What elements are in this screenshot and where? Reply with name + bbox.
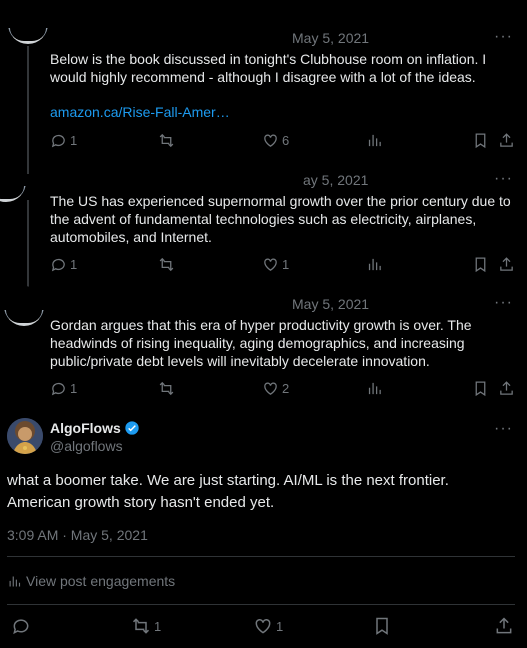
post-actions: 1 1	[50, 256, 515, 274]
analytics-icon	[368, 382, 381, 395]
share-button[interactable]	[498, 256, 515, 273]
focused-post: AlgoFlows @algoflows ··· what a boomer t…	[0, 412, 527, 648]
avatar[interactable]	[7, 418, 43, 454]
share-icon	[500, 257, 513, 271]
retweet-button[interactable]	[158, 380, 178, 397]
avatar[interactable]	[0, 162, 26, 202]
bookmark-icon	[475, 257, 486, 273]
like-button[interactable]: 6	[262, 132, 289, 149]
views-button[interactable]	[366, 380, 383, 397]
verified-badge-icon	[125, 421, 139, 435]
more-options-icon[interactable]: ···	[494, 294, 513, 312]
view-engagements-label[interactable]: View post engagements	[26, 573, 175, 589]
more-options-icon[interactable]: ···	[494, 420, 513, 438]
reply-icon	[51, 258, 65, 272]
heart-icon	[264, 134, 277, 147]
post-text-body: Below is the book discussed in tonight's…	[50, 51, 487, 85]
share-icon	[500, 381, 513, 395]
post-link[interactable]: amazon.ca/Rise-Fall-Amer…	[50, 103, 512, 121]
thread-post[interactable]: May 5, 2021 ··· Below is the book discus…	[0, 0, 527, 160]
author-name[interactable]: AlgoFlows	[50, 420, 121, 436]
bookmark-button[interactable]	[472, 380, 489, 397]
retweet-count: 1	[154, 618, 162, 634]
post-date[interactable]: May 5, 2021	[292, 30, 369, 46]
reply-icon	[13, 619, 29, 635]
reply-button[interactable]: 1	[50, 256, 77, 273]
like-count: 1	[276, 618, 284, 634]
retweet-icon	[159, 381, 174, 396]
retweet-icon	[132, 618, 150, 634]
share-button[interactable]	[494, 616, 514, 636]
heart-icon	[264, 382, 277, 395]
share-button[interactable]	[498, 132, 515, 149]
like-button[interactable]: 1	[253, 616, 283, 636]
post-date[interactable]: ay 5, 2021	[303, 172, 368, 188]
retweet-button[interactable]	[158, 132, 178, 149]
post-text: Gordan argues that this era of hyper pro…	[50, 317, 472, 369]
retweet-button[interactable]: 1	[131, 616, 161, 636]
divider	[7, 604, 515, 605]
bookmark-icon	[376, 617, 388, 635]
avatar[interactable]	[4, 286, 44, 326]
heart-icon	[255, 618, 271, 634]
share-icon	[500, 133, 513, 147]
thread-post[interactable]: ay 5, 2021 ··· The US has experienced su…	[0, 160, 527, 284]
retweet-icon	[159, 133, 174, 148]
analytics-icon	[368, 258, 381, 271]
analytics-icon	[9, 576, 21, 586]
post-timestamp[interactable]: 3:09 AM · May 5, 2021	[7, 527, 148, 543]
bookmark-icon	[475, 133, 486, 149]
view-engagements-link[interactable]: View post engagements	[7, 573, 175, 589]
like-button[interactable]: 1	[262, 256, 289, 273]
heart-icon	[264, 258, 277, 271]
share-icon	[496, 617, 512, 634]
post-text: what a boomer take. We are just starting…	[7, 472, 449, 511]
reply-count: 1	[70, 257, 78, 272]
retweet-button[interactable]	[158, 256, 178, 273]
post-text: Below is the book discussed in tonight's…	[50, 50, 512, 86]
bookmark-button[interactable]	[472, 256, 489, 273]
post-date[interactable]: May 5, 2021	[292, 296, 369, 312]
reply-count: 1	[70, 133, 78, 148]
reply-icon	[51, 134, 65, 148]
bookmark-button[interactable]	[372, 616, 392, 636]
bookmark-icon	[475, 381, 486, 397]
views-button[interactable]	[366, 256, 383, 273]
more-options-icon[interactable]: ···	[494, 170, 513, 188]
avatar-portrait-icon	[7, 418, 43, 454]
post-text: The US has experienced supernormal growt…	[50, 193, 511, 245]
like-button[interactable]: 2	[262, 380, 289, 397]
bookmark-button[interactable]	[472, 132, 489, 149]
reply-count: 1	[70, 381, 78, 396]
avatar[interactable]	[8, 4, 48, 44]
post-actions: 1 1	[0, 616, 527, 638]
author-name-row[interactable]: AlgoFlows	[50, 420, 140, 436]
more-options-icon[interactable]: ···	[494, 28, 513, 46]
reply-button[interactable]: 1	[50, 380, 77, 397]
share-button[interactable]	[498, 380, 515, 397]
analytics-icon	[368, 134, 381, 147]
retweet-icon	[159, 257, 174, 272]
thread-post[interactable]: May 5, 2021 ··· Gordan argues that this …	[0, 284, 527, 410]
divider	[7, 556, 515, 557]
like-count: 1	[282, 257, 290, 272]
like-count: 6	[282, 133, 290, 148]
post-actions: 1 6	[50, 132, 515, 150]
like-count: 2	[282, 381, 290, 396]
views-button[interactable]	[366, 132, 383, 149]
author-handle[interactable]: @algoflows	[50, 438, 123, 454]
reply-icon	[51, 382, 65, 396]
reply-button[interactable]	[11, 616, 31, 636]
post-actions: 1 2	[50, 380, 515, 398]
reply-button[interactable]: 1	[50, 132, 77, 149]
